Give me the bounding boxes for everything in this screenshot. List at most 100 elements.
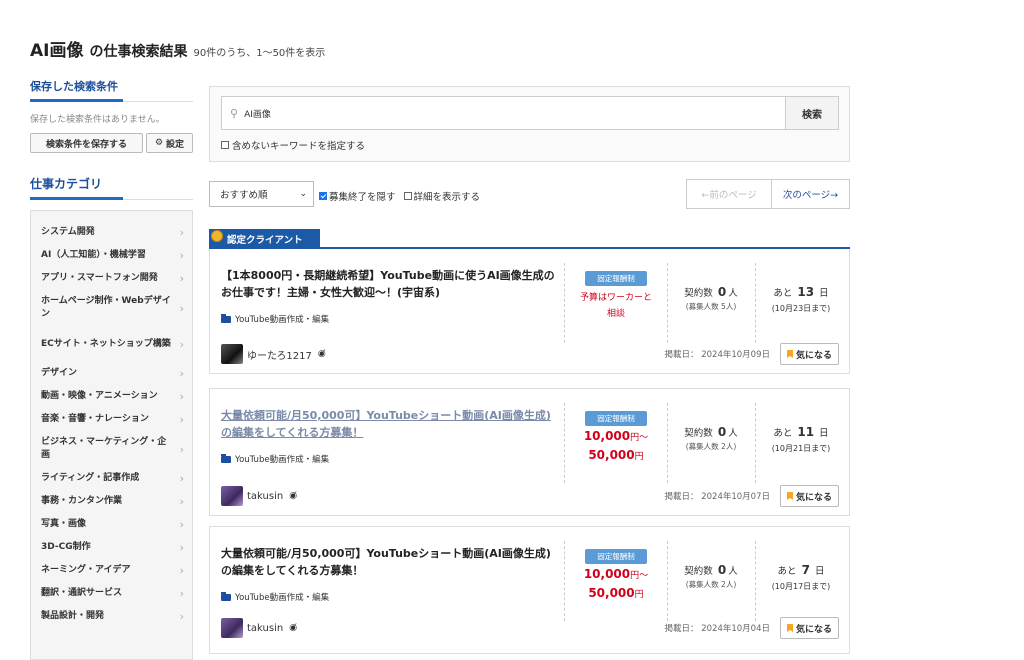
chevron-right-icon: › — [179, 367, 184, 380]
category-item-photo[interactable]: 写真・画像 › — [31, 513, 192, 536]
job-card: 大量依頼可能/月50,000可】YouTubeショート動画(AI画像生成)の編集… — [209, 526, 850, 654]
sort-select[interactable]: おすすめ順 ⌄ — [209, 181, 314, 207]
saved-search-empty: 保存した検索条件はありません。 — [30, 115, 165, 125]
category-item-app[interactable]: アプリ・スマートフォン開発 › — [31, 267, 192, 290]
favorite-button[interactable]: 気になる — [779, 485, 839, 507]
budget-max: 50,000円 — [568, 585, 664, 604]
category-item-3dcg[interactable]: 3D-CG制作 › — [31, 536, 192, 559]
category-item-writing[interactable]: ライティング・記事作成 › — [31, 467, 192, 490]
chevron-right-icon: › — [179, 587, 184, 600]
chevron-right-icon: › — [179, 541, 184, 554]
category-item-office[interactable]: 事務・カンタン作業 › — [31, 490, 192, 513]
category-item-music[interactable]: 音楽・音響・ナレーション › — [31, 408, 192, 431]
medal-icon — [211, 230, 223, 242]
job-title-link[interactable]: 【1本8000円・長期継続希望】YouTube動画に使うAI画像生成のお仕事です… — [221, 267, 559, 301]
chevron-right-icon: › — [179, 301, 184, 315]
search-button[interactable]: 検索 — [785, 96, 839, 130]
certified-client-label: 認定クライアント — [227, 235, 303, 246]
eye-slash-icon[interactable]: ◉̸ — [289, 623, 297, 633]
yen-unit: 円 — [634, 452, 644, 462]
deadline-unit: 日 — [819, 428, 829, 439]
contracts-column: 契約数 0人 (募集人数 2人) — [668, 425, 754, 452]
favorite-button[interactable]: 気になる — [779, 617, 839, 639]
contracts-column: 契約数 0人 (募集人数 2人) — [668, 563, 754, 590]
posted-date: 掲載日： 2024年10月07日 — [664, 492, 770, 502]
category-item-design[interactable]: デザイン › — [31, 362, 192, 385]
job-category-label: YouTube動画作成・編集 — [235, 593, 330, 603]
fixed-price-badge: 固定報酬制 — [585, 549, 647, 564]
chevron-right-icon: › — [179, 249, 184, 262]
category-label: システム開発 — [41, 227, 95, 237]
favorite-button[interactable]: 気になる — [779, 343, 839, 365]
hide-closed-checkbox[interactable] — [319, 192, 327, 200]
eye-slash-icon[interactable]: ◉̸ — [289, 491, 297, 501]
job-title-link[interactable]: 大量依頼可能/月50,000可】YouTubeショート動画(AI画像生成)の編集… — [221, 407, 559, 441]
job-category[interactable]: YouTube動画作成・編集 — [221, 313, 329, 325]
budget-max: 50,000円 — [568, 447, 664, 466]
chevron-right-icon: › — [179, 518, 184, 531]
job-title-link[interactable]: 大量依頼可能/月50,000可】YouTubeショート動画(AI画像生成)の編集… — [221, 545, 559, 579]
hide-closed-option[interactable]: 募集終了を隠す — [319, 189, 396, 203]
yen-unit: 円 — [630, 571, 640, 581]
deadline-column: あと 13 日 (10月23日まで) — [758, 285, 844, 314]
job-category[interactable]: YouTube動画作成・編集 — [221, 453, 329, 465]
eye-slash-icon[interactable]: ◉̸ — [318, 349, 326, 359]
favorite-label: 気になる — [795, 492, 832, 503]
deadline-days: 7 — [801, 563, 810, 577]
avatar[interactable] — [221, 486, 243, 506]
fixed-price-badge: 固定報酬制 — [585, 411, 647, 426]
title-suffix: の仕事検索結果 — [89, 44, 188, 60]
chevron-right-icon: › — [179, 442, 184, 456]
deadline-prefix: あと — [773, 428, 793, 439]
category-item-system[interactable]: システム開発 › — [31, 221, 192, 244]
range-tilde: 〜 — [639, 433, 649, 443]
category-label: 3D-CG制作 — [41, 542, 91, 552]
category-item-ai[interactable]: AI（人工知能）・機械学習 › — [31, 244, 192, 267]
category-item-web[interactable]: ホームページ制作・Webデザイン › — [31, 290, 192, 326]
posted-date: 掲載日： 2024年10月09日 — [664, 350, 770, 360]
deadline-days: 11 — [797, 425, 815, 439]
deadline-days: 13 — [797, 285, 815, 299]
category-label: 音楽・音響・ナレーション — [41, 414, 149, 424]
client-name[interactable]: takusin — [247, 491, 283, 502]
category-item-naming[interactable]: ネーミング・アイデア › — [31, 559, 192, 582]
show-details-label: 詳細を表示する — [413, 192, 481, 203]
exclude-label: 含めないキーワードを指定する — [232, 141, 366, 152]
contracts-label: 契約数 — [684, 288, 713, 299]
job-card: 【1本8000円・長期継続希望】YouTube動画に使うAI画像生成のお仕事です… — [209, 249, 850, 374]
chevron-down-icon: ⌄ — [299, 189, 307, 199]
exclude-keyword-option[interactable]: 含めないキーワードを指定する — [221, 138, 365, 152]
show-details-option[interactable]: 詳細を表示する — [403, 189, 481, 203]
deadline-unit: 日 — [819, 288, 829, 299]
category-item-translation[interactable]: 翻訳・通訳サービス › — [31, 582, 192, 605]
chevron-right-icon: › — [179, 337, 184, 351]
avatar[interactable] — [221, 344, 243, 364]
avatar[interactable] — [221, 618, 243, 638]
category-item-business[interactable]: ビジネス・マーケティング・企画 › — [31, 431, 192, 467]
show-details-checkbox[interactable] — [403, 192, 412, 200]
settings-button[interactable]: ⚙ 設定 — [146, 133, 193, 153]
bookmark-icon — [786, 492, 793, 500]
exclude-checkbox[interactable] — [221, 141, 229, 149]
category-item-ec[interactable]: ECサイト・ネットショップ構築 › — [31, 326, 192, 362]
category-label: 写真・画像 — [41, 519, 87, 529]
category-item-product[interactable]: 製品設計・開発 › — [31, 605, 192, 628]
category-list: システム開発 › AI（人工知能）・機械学習 › アプリ・スマートフォン開発 › ホー… — [30, 210, 193, 660]
job-category[interactable]: YouTube動画作成・編集 — [221, 591, 329, 603]
client-name[interactable]: ゆーたろ1217 — [247, 347, 312, 362]
deadline-date: (10月17日まで) — [771, 582, 831, 591]
category-label: アプリ・スマートフォン開発 — [41, 273, 158, 283]
saved-search-heading-text: 保存した検索条件 — [30, 80, 118, 93]
job-category-label: YouTube動画作成・編集 — [235, 315, 330, 325]
contracts-column: 契約数 0人 (募集人数 5人) — [668, 285, 754, 312]
chevron-right-icon: › — [179, 272, 184, 285]
search-input[interactable]: ⚲ AI画像 — [221, 96, 785, 130]
chevron-right-icon: › — [179, 495, 184, 508]
yen-unit: 円 — [634, 590, 644, 600]
budget-max-value: 50,000 — [588, 448, 635, 462]
category-item-video[interactable]: 動画・映像・アニメーション › — [31, 385, 192, 408]
search-icon: ⚲ — [230, 106, 239, 120]
next-page-button[interactable]: 次のページ→ — [772, 180, 849, 208]
client-name[interactable]: takusin — [247, 623, 283, 634]
save-search-button[interactable]: 検索条件を保存する — [30, 133, 143, 153]
